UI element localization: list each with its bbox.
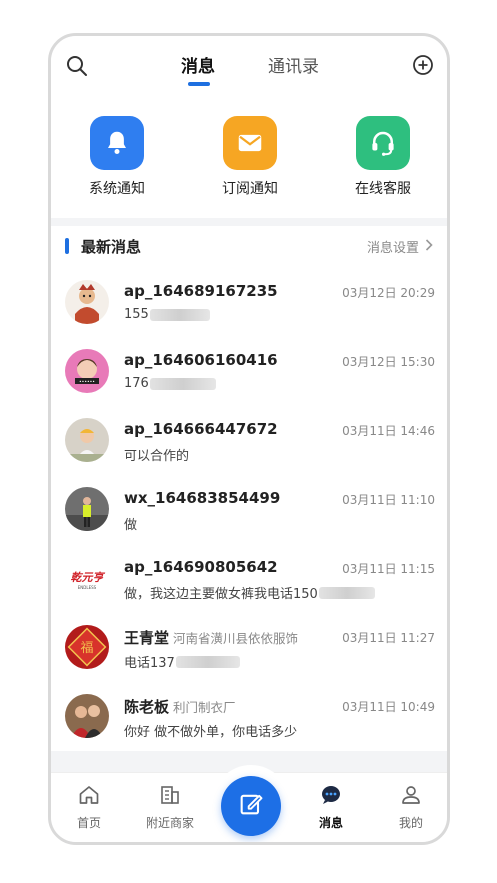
message-row[interactable]: 福 王青堂 河南省潢川县依依服饰 03月11日 11:27 电话137 — [51, 613, 447, 682]
preview-text: 你好 做不做外单，你电话多少 — [124, 725, 298, 740]
message-preview: 可以合作的 — [124, 445, 189, 464]
bell-icon — [90, 116, 144, 170]
message-preview: 176 — [124, 376, 216, 391]
subscription-notice-button[interactable]: 订阅通知 — [200, 116, 300, 198]
company-name: 河南省潢川县依依服饰 — [173, 631, 299, 646]
plus-circle-icon[interactable] — [411, 53, 435, 77]
contact-name: 王青堂 河南省潢川县依依服饰 — [124, 627, 298, 648]
message-time: 03月11日 11:15 — [342, 562, 435, 576]
contact-name-text: wx_164683854499 — [124, 489, 281, 507]
tab-label: 首页 — [76, 816, 101, 830]
top-bar: 消息 通讯录 — [51, 36, 447, 94]
phone-frame: 消息 通讯录 系统通知 订阅通知 在线客服 最新消息 消息设置 ap_16468… — [48, 33, 450, 845]
latest-messages-header: 最新消息 消息设置 — [51, 226, 447, 268]
section-accent-bar — [65, 238, 69, 254]
message-preview: 你好 做不做外单，你电话多少 — [124, 721, 297, 740]
masked-text — [149, 308, 210, 321]
preview-text: 155 — [124, 307, 149, 322]
contact-name-text: ap_164666447672 — [124, 420, 278, 438]
search-icon[interactable] — [65, 54, 89, 78]
masked-text — [149, 377, 216, 390]
message-preview: 电话137 — [124, 652, 240, 671]
message-row[interactable]: ap_164666447672 03月11日 14:46 可以合作的 — [51, 406, 447, 475]
tab-label: 附近商家 — [145, 816, 194, 830]
svg-text:福: 福 — [80, 641, 93, 656]
message-time: 03月12日 15:30 — [342, 355, 435, 369]
message-row[interactable]: 乾元亨 ENDLESS ap_164690805642 03月11日 11:15 … — [51, 544, 447, 613]
message-row[interactable]: 陈老板 利门制衣厂 03月11日 10:49 你好 做不做外单，你电话多少 — [51, 682, 447, 751]
tab-home[interactable]: 首页 — [59, 783, 119, 831]
masked-text — [175, 655, 240, 668]
edit-icon — [237, 790, 265, 822]
section-title: 最新消息 — [81, 238, 142, 256]
contact-name-text: ap_164690805642 — [124, 558, 278, 576]
svg-text:乾元亨: 乾元亨 — [71, 571, 106, 584]
avatar — [65, 694, 109, 738]
svg-text:ENDLESS: ENDLESS — [78, 585, 97, 590]
contact-name-text: ap_164689167235 — [124, 282, 278, 300]
tab-messages[interactable]: 消息 — [181, 52, 215, 77]
contact-name: ap_164666447672 — [124, 420, 278, 438]
contact-name: ap_164690805642 — [124, 558, 278, 576]
home-icon — [77, 786, 101, 811]
chevron-right-icon — [425, 238, 433, 255]
company-name: 利门制衣厂 — [173, 700, 236, 715]
message-time: 03月11日 11:10 — [342, 493, 435, 507]
quick-action-label: 系统通知 — [89, 181, 145, 197]
contact-name-text: 王青堂 — [124, 629, 170, 647]
message-row[interactable]: wx_164683854499 03月11日 11:10 做 — [51, 475, 447, 544]
message-list: ap_164689167235 03月12日 20:29 155 •••••• … — [51, 268, 447, 751]
system-notice-button[interactable]: 系统通知 — [67, 116, 167, 198]
contact-name: wx_164683854499 — [124, 489, 280, 507]
preview-text: 做，我这边主要做女裤我电话150 — [124, 587, 318, 602]
contact-name: 陈老板 利门制衣厂 — [124, 696, 236, 717]
message-time: 03月11日 14:46 — [342, 424, 435, 438]
preview-text: 176 — [124, 376, 149, 391]
quick-action-label: 在线客服 — [355, 181, 411, 197]
contact-name-text: ap_164606160416 — [124, 351, 278, 369]
tab-messages-bottom[interactable]: 消息 — [301, 783, 361, 831]
tab-mine[interactable]: 我的 — [381, 783, 441, 831]
bottom-tab-bar: 首页 附近商家 消息 我的 — [51, 765, 447, 842]
preview-text: 电话137 — [124, 656, 175, 671]
avatar: 福 — [65, 625, 109, 669]
message-settings-label: 消息设置 — [366, 241, 419, 256]
building-icon — [158, 786, 182, 811]
svg-text:••••••: •••••• — [79, 380, 95, 385]
preview-text: 可以合作的 — [124, 449, 190, 464]
contact-name: ap_164689167235 — [124, 282, 278, 300]
avatar — [65, 418, 109, 462]
online-service-button[interactable]: 在线客服 — [333, 116, 433, 198]
create-post-button[interactable] — [221, 776, 281, 836]
chat-bubble-icon — [319, 786, 343, 811]
message-time: 03月11日 10:49 — [342, 700, 435, 714]
message-time: 03月11日 11:27 — [342, 631, 435, 645]
avatar: •••••• — [65, 349, 109, 393]
user-icon — [399, 786, 423, 811]
message-settings-link[interactable]: 消息设置 — [367, 237, 433, 256]
tab-nearby-merchants[interactable]: 附近商家 — [140, 783, 200, 831]
mail-icon — [223, 116, 277, 170]
message-row[interactable]: ap_164689167235 03月12日 20:29 155 — [51, 268, 447, 337]
quick-action-label: 订阅通知 — [222, 181, 278, 197]
masked-text — [318, 586, 375, 599]
message-preview: 做 — [124, 514, 137, 533]
active-tab-indicator — [188, 82, 210, 86]
tab-label: 消息 — [318, 816, 343, 830]
avatar: 乾元亨 ENDLESS — [65, 556, 109, 600]
message-time: 03月12日 20:29 — [342, 286, 435, 300]
contact-name: ap_164606160416 — [124, 351, 278, 369]
tab-label: 我的 — [398, 816, 423, 830]
tab-contacts[interactable]: 通讯录 — [268, 52, 319, 77]
message-preview: 做，我这边主要做女裤我电话150 — [124, 583, 375, 602]
preview-text: 做 — [124, 518, 138, 533]
quick-actions: 系统通知 订阅通知 在线客服 — [51, 94, 447, 218]
message-row[interactable]: •••••• ap_164606160416 03月12日 15:30 176 — [51, 337, 447, 406]
headset-icon — [356, 116, 410, 170]
avatar — [65, 280, 109, 324]
message-preview: 155 — [124, 307, 210, 322]
contact-name-text: 陈老板 — [124, 698, 170, 716]
avatar — [65, 487, 109, 531]
